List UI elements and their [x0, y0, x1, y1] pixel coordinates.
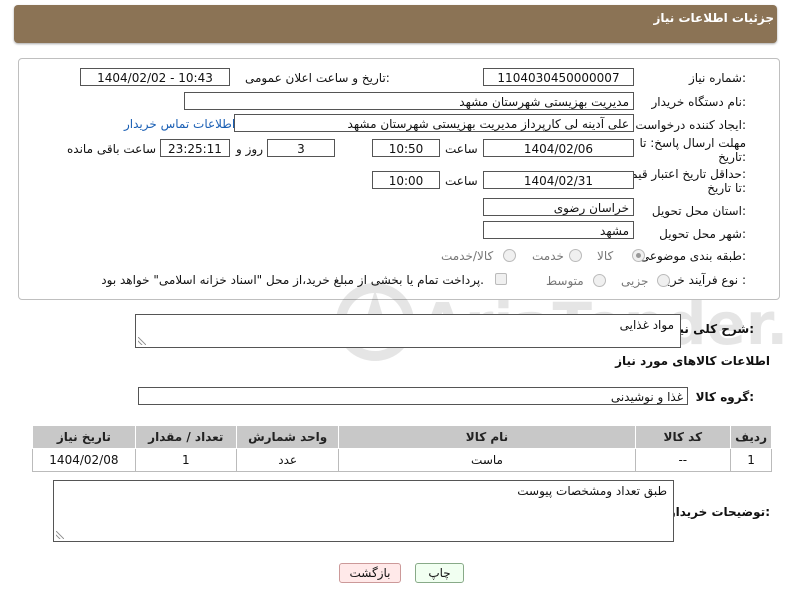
col-code-header: کد کالا — [634, 425, 732, 449]
province-label: استان محل تحویل: — [651, 204, 746, 218]
reply-deadline-label: مهلت ارسال پاسخ: تا — [639, 136, 746, 150]
buyer-notes-label: توضیحات خریدار: — [668, 505, 770, 519]
process-medium-label: متوسط — [546, 274, 584, 288]
print-button[interactable]: چاپ — [415, 563, 464, 583]
summary-value: مواد غذایی — [619, 318, 674, 332]
buyer-contact-link[interactable]: اطلاعات تماس خریدار — [124, 117, 235, 131]
price-validity-label: حداقل تاریخ اعتبار قیمت: — [619, 167, 746, 181]
goods-group-label: گروه کالا: — [695, 390, 754, 404]
category-service-label: خدمت — [532, 249, 564, 263]
category-both-label: کالا/خدمت — [441, 249, 494, 263]
back-button[interactable]: بازگشت — [339, 563, 401, 583]
treasury-payment-checkbox[interactable] — [495, 273, 507, 285]
remaining-label: ساعت باقی مانده — [67, 142, 157, 156]
col-name-header: نام کالا — [338, 425, 636, 449]
items-table: ردیف کد کالا نام کالا واحد شمارش تعداد /… — [32, 425, 772, 472]
city-label: شهر محل تحویل: — [659, 227, 746, 241]
announce-field: 1404/02/02 - 10:43 — [80, 68, 230, 86]
need-number-field: 1104030450000007 — [483, 68, 634, 86]
reply-time-label: ساعت — [445, 142, 478, 156]
category-goods-radio[interactable] — [632, 249, 645, 262]
process-label: نوع فرآیند خرید : — [661, 273, 746, 287]
buyer-org-field: مدیریت بهزیستی شهرستان مشهد — [184, 92, 634, 110]
table-row: 1 -- ماست عدد 1 1404/02/08 — [32, 448, 772, 472]
process-minor-label: جزیی — [621, 274, 649, 288]
cell-qty: 1 — [134, 448, 237, 472]
summary-field: مواد غذایی — [135, 314, 681, 348]
price-validity-label-2: تا تاریخ: — [707, 181, 746, 195]
cell-name: ماست — [338, 448, 636, 472]
reply-date-field: 1404/02/06 — [483, 139, 634, 157]
col-row-header: ردیف — [730, 425, 772, 449]
reply-time-field: 10:50 — [372, 139, 440, 157]
creator-label: ایجاد کننده درخواست: — [635, 118, 746, 132]
price-time-label: ساعت — [445, 174, 478, 188]
process-minor-radio[interactable] — [657, 274, 670, 287]
announce-label: تاریخ و ساعت اعلان عمومی: — [245, 71, 390, 85]
need-number-label: شماره نیاز: — [688, 71, 746, 85]
cell-unit: عدد — [235, 448, 340, 472]
buyer-notes-value: طبق تعداد ومشخصات پیوست — [517, 484, 667, 498]
col-unit-header: واحد شمارش — [235, 425, 340, 449]
resize-handle-icon[interactable] — [138, 337, 146, 345]
category-goods-label: کالا — [597, 249, 614, 263]
col-date-header: تاریخ نیاز — [32, 425, 136, 449]
table-header-row: ردیف کد کالا نام کالا واحد شمارش تعداد /… — [32, 425, 772, 449]
creator-field: علی آدینه لی کارپرداز مدیریت بهزیستی شهر… — [234, 114, 634, 132]
days-label: روز و — [236, 142, 263, 156]
cell-date: 1404/02/08 — [32, 448, 136, 472]
category-service-radio[interactable] — [569, 249, 582, 262]
price-date-field: 1404/02/31 — [483, 171, 634, 189]
price-time-field: 10:00 — [372, 171, 440, 189]
city-field: مشهد — [483, 221, 634, 239]
page-title: جزئیات اطلاعات نیاز — [653, 11, 774, 25]
cell-code: -- — [634, 448, 732, 472]
col-qty-header: تعداد / مقدار — [134, 425, 237, 449]
process-medium-radio[interactable] — [593, 274, 606, 287]
buyer-org-label: نام دستگاه خریدار: — [651, 95, 747, 109]
reply-deadline-label-2: تاریخ: — [718, 150, 746, 164]
province-field: خراسان رضوی — [483, 198, 634, 216]
days-field: 3 — [267, 139, 335, 157]
remaining-time-field: 23:25:11 — [160, 139, 230, 157]
cell-row: 1 — [730, 448, 772, 472]
treasury-payment-note: پرداخت تمام یا بخشی از مبلغ خرید،از محل … — [101, 273, 484, 287]
resize-handle-icon[interactable] — [56, 531, 64, 539]
buyer-notes-field: طبق تعداد ومشخصات پیوست — [53, 480, 674, 542]
category-label: طبقه بندی موضوعی: — [639, 249, 746, 263]
goods-info-title: اطلاعات کالاهای مورد نیاز — [615, 354, 770, 368]
goods-group-field: غذا و نوشیدنی — [138, 387, 688, 405]
category-both-radio[interactable] — [503, 249, 516, 262]
